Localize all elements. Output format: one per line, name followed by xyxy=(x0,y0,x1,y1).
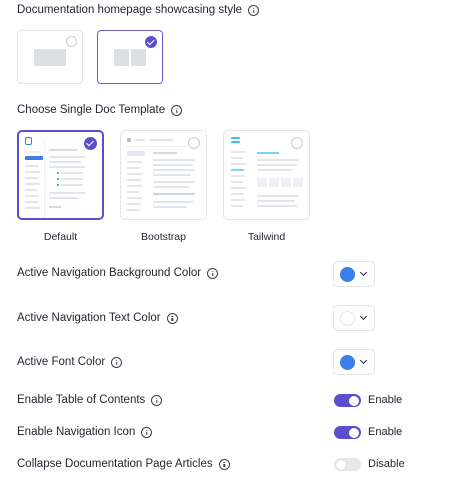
chevron-down-icon xyxy=(359,312,368,321)
active-font-color-label-text: Active Font Color xyxy=(17,356,106,368)
active-font-color-label: Active Font Color xyxy=(17,356,123,368)
homepage-style-label-text: Documentation homepage showcasing style xyxy=(17,4,243,16)
single-doc-template-label: Choose Single Doc Template xyxy=(17,104,183,116)
collapse-articles-label: Collapse Documentation Page Articles xyxy=(17,458,230,470)
template-option-tailwind[interactable] xyxy=(223,130,310,220)
color-swatch xyxy=(340,355,355,370)
template-option-default[interactable] xyxy=(17,130,104,220)
toggle-knob xyxy=(349,395,359,406)
radio-unchecked-icon xyxy=(291,137,303,149)
checkmark-icon xyxy=(145,36,157,48)
toc-label: Enable Table of Contents xyxy=(17,394,163,406)
info-icon[interactable] xyxy=(248,4,260,16)
info-icon[interactable] xyxy=(171,104,183,116)
template-option-bootstrap[interactable] xyxy=(120,130,207,220)
layout-block-icon xyxy=(34,49,66,66)
homepage-style-option-double[interactable] xyxy=(97,30,163,84)
template-name-tailwind: Tailwind xyxy=(247,231,286,243)
color-swatch xyxy=(340,267,355,282)
toc-toggle-state: Enable xyxy=(368,394,403,406)
info-icon[interactable] xyxy=(151,394,163,406)
radio-unchecked-icon xyxy=(66,36,77,47)
collapse-articles-toggle-state: Disable xyxy=(368,458,405,470)
active-nav-text-label-text: Active Navigation Text Color xyxy=(17,312,161,324)
nav-icon-label: Enable Navigation Icon xyxy=(17,426,153,438)
active-nav-text-label: Active Navigation Text Color xyxy=(17,312,178,324)
toggle-knob xyxy=(336,459,346,470)
chevron-down-icon xyxy=(359,268,368,277)
collapse-articles-label-text: Collapse Documentation Page Articles xyxy=(17,458,213,470)
template-name-default: Default xyxy=(43,231,78,243)
active-nav-text-color-picker[interactable] xyxy=(333,305,375,331)
info-icon[interactable] xyxy=(166,312,178,324)
active-nav-bg-label-text: Active Navigation Background Color xyxy=(17,267,202,279)
nav-icon-toggle[interactable] xyxy=(334,426,361,439)
homepage-style-option-single[interactable] xyxy=(17,30,83,84)
layout-block-icon xyxy=(131,49,146,66)
active-nav-bg-color-picker[interactable] xyxy=(333,261,375,287)
layout-block-icon xyxy=(114,49,129,66)
nav-icon-label-text: Enable Navigation Icon xyxy=(17,426,136,438)
homepage-style-label: Documentation homepage showcasing style xyxy=(17,4,260,16)
nav-icon-toggle-state: Enable xyxy=(368,426,403,438)
template-logo-icon xyxy=(127,138,131,142)
template-logo-icon xyxy=(25,137,32,145)
single-doc-template-label-text: Choose Single Doc Template xyxy=(17,104,166,116)
radio-unchecked-icon xyxy=(188,137,200,149)
info-icon[interactable] xyxy=(218,458,230,470)
toggle-knob xyxy=(349,427,359,438)
template-name-bootstrap: Bootstrap xyxy=(141,231,186,243)
chevron-down-icon xyxy=(359,356,368,365)
active-font-color-picker[interactable] xyxy=(333,349,375,375)
tailwind-logo-icon xyxy=(230,137,241,139)
color-swatch xyxy=(340,311,355,326)
info-icon[interactable] xyxy=(141,426,153,438)
checkmark-icon xyxy=(84,137,97,150)
toc-toggle[interactable] xyxy=(334,394,361,407)
info-icon[interactable] xyxy=(111,356,123,368)
active-nav-bg-label: Active Navigation Background Color xyxy=(17,267,219,279)
toc-label-text: Enable Table of Contents xyxy=(17,394,146,406)
collapse-articles-toggle[interactable] xyxy=(334,458,361,471)
info-icon[interactable] xyxy=(207,267,219,279)
